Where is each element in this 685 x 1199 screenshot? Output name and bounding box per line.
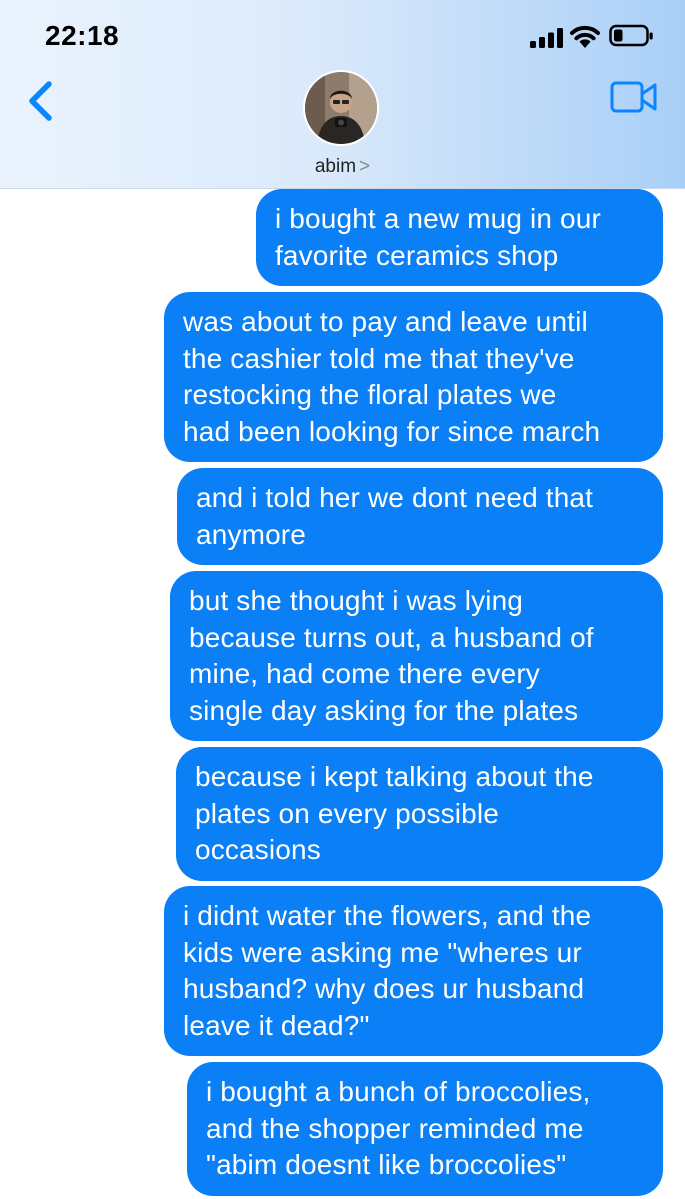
contact-name: abim [314, 156, 357, 177]
chevron-right-icon: > [359, 156, 371, 177]
message-bubble[interactable]: was about to pay and leave until the cas… [164, 292, 663, 462]
message-bubble[interactable]: i didnt water the flowers, and the kids … [164, 886, 663, 1056]
message-bubble[interactable]: i bought a bunch of broccolies, and the … [187, 1062, 663, 1196]
avatar-photo [305, 72, 377, 144]
message-bubble[interactable]: but she thought i was lying because turn… [170, 571, 663, 741]
contact-name-button[interactable]: abim > [0, 156, 685, 178]
cellular-signal-icon [530, 28, 563, 48]
message-bubble[interactable]: because i kept talking about the plates … [176, 747, 663, 881]
back-button[interactable] [22, 78, 62, 124]
chat-header: 22:18 abim > [0, 0, 685, 189]
battery-icon [609, 24, 653, 47]
status-time: 22:18 [45, 20, 120, 51]
video-call-button[interactable] [610, 80, 658, 114]
message-bubble[interactable]: i bought a new mug in our favorite ceram… [256, 189, 663, 286]
message-bubble[interactable]: and i told her we dont need that anymore [177, 468, 663, 565]
wifi-icon [570, 25, 600, 48]
contact-avatar[interactable] [303, 70, 379, 146]
